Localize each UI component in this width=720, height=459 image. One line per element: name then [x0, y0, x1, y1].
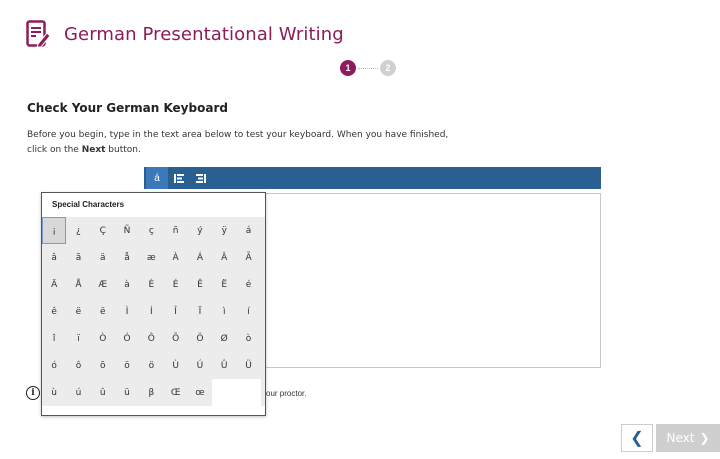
special-char-key[interactable]: Ó: [115, 325, 139, 352]
special-char-key[interactable]: Ì: [115, 298, 139, 325]
special-char-key[interactable]: é: [236, 271, 260, 298]
special-char-key[interactable]: ó: [42, 352, 66, 379]
pencil-document-icon: [26, 20, 50, 48]
chevron-left-icon: ❮: [630, 430, 644, 447]
special-char-key[interactable]: ã: [66, 244, 90, 271]
special-char-key[interactable]: ¿: [66, 217, 90, 244]
special-char-key[interactable]: ò: [236, 325, 260, 352]
special-char-key[interactable]: È: [139, 271, 163, 298]
special-characters-button[interactable]: á: [146, 167, 168, 189]
special-char-key[interactable]: î: [42, 325, 66, 352]
special-char-key[interactable]: ö: [139, 352, 163, 379]
special-char-key[interactable]: â: [42, 244, 66, 271]
special-char-key[interactable]: ú: [66, 379, 90, 406]
special-characters-popup: Special Characters ¡ ¿ Ç Ñç ñ ý ÿ á â ã ä å æ À Á Â Ã Ä Å Æ…: [41, 192, 266, 416]
special-char-key[interactable]: Œ: [163, 379, 187, 406]
special-characters-icon: á: [154, 172, 160, 184]
special-char-key[interactable]: ë: [66, 298, 90, 325]
previous-button[interactable]: ❮: [621, 424, 653, 452]
special-char-key[interactable]: õ: [91, 352, 115, 379]
align-right-button[interactable]: [190, 167, 212, 189]
special-char-key[interactable]: å: [115, 244, 139, 271]
page-title: German Presentational Writing: [64, 23, 344, 45]
special-char-key[interactable]: Ñ: [115, 217, 139, 244]
grid-empty-cell: [236, 379, 261, 406]
align-right-icon: [196, 173, 206, 183]
special-char-key[interactable]: Ë: [212, 271, 236, 298]
special-char-key[interactable]: Ê: [188, 271, 212, 298]
special-char-key[interactable]: Ú: [188, 352, 212, 379]
special-char-key[interactable]: û: [91, 379, 115, 406]
progress-stepper: 1 2: [340, 60, 396, 76]
special-char-key[interactable]: ñ: [163, 217, 187, 244]
instructions: Before you begin, type in the text area …: [27, 128, 467, 158]
special-char-key[interactable]: Æ: [91, 271, 115, 298]
special-char-key[interactable]: ¡: [42, 217, 67, 244]
special-char-key[interactable]: á: [236, 217, 260, 244]
section-title: Check Your German Keyboard: [27, 101, 228, 115]
special-char-key[interactable]: Û: [212, 352, 236, 379]
special-char-key[interactable]: ä: [91, 244, 115, 271]
special-char-key[interactable]: Ç: [91, 217, 115, 244]
special-char-key[interactable]: ì: [212, 298, 236, 325]
special-char-key[interactable]: Å: [66, 271, 90, 298]
special-char-key[interactable]: ë: [91, 298, 115, 325]
special-characters-title: Special Characters: [52, 200, 125, 209]
next-button[interactable]: Next ❯: [656, 424, 720, 452]
info-text: our proctor.: [266, 389, 307, 398]
special-char-key[interactable]: β: [139, 379, 163, 406]
special-char-key[interactable]: à: [115, 271, 139, 298]
special-char-key[interactable]: æ: [139, 244, 163, 271]
step-1: 1: [340, 60, 356, 76]
align-left-icon: [174, 173, 184, 183]
instructions-next-emphasis: Next: [81, 145, 106, 155]
special-characters-grid: ¡ ¿ Ç Ñç ñ ý ÿ á â ã ä å æ À Á Â Ã Ä Å Æà È É Ê Ëé ê ë ë Ì Í Î Ïì í î ï Ò Ó…: [42, 217, 265, 406]
special-char-key[interactable]: Õ: [163, 325, 187, 352]
special-char-key[interactable]: Ô: [139, 325, 163, 352]
special-char-key[interactable]: ÿ: [212, 217, 236, 244]
special-char-key[interactable]: í: [236, 298, 260, 325]
special-char-key[interactable]: Ä: [42, 271, 66, 298]
grid-empty-cell: [212, 379, 237, 406]
special-char-key[interactable]: Ù: [163, 352, 187, 379]
special-char-key[interactable]: Ò: [91, 325, 115, 352]
next-label: Next: [666, 431, 695, 445]
special-char-key[interactable]: ö: [115, 352, 139, 379]
special-char-key[interactable]: À: [163, 244, 187, 271]
special-char-key[interactable]: Ã: [236, 244, 260, 271]
align-left-button[interactable]: [168, 167, 190, 189]
special-char-key[interactable]: Ø: [212, 325, 236, 352]
special-char-key[interactable]: Â: [212, 244, 236, 271]
special-char-key[interactable]: ê: [42, 298, 66, 325]
special-char-key[interactable]: ü: [115, 379, 139, 406]
special-char-key[interactable]: Í: [139, 298, 163, 325]
special-char-key[interactable]: Á: [188, 244, 212, 271]
special-char-key[interactable]: ç: [139, 217, 163, 244]
special-char-key[interactable]: ù: [42, 379, 66, 406]
editor-toolbar: á: [144, 167, 601, 189]
chevron-right-icon: ❯: [699, 431, 710, 445]
step-connector: [358, 67, 378, 69]
special-char-key[interactable]: É: [163, 271, 187, 298]
instructions-text-2: button.: [105, 145, 141, 155]
special-char-key[interactable]: ý: [188, 217, 212, 244]
special-char-key[interactable]: Ï: [188, 298, 212, 325]
info-icon: i: [26, 386, 40, 400]
special-char-key[interactable]: Î: [163, 298, 187, 325]
special-char-key[interactable]: ï: [66, 325, 90, 352]
page-header: German Presentational Writing: [26, 20, 344, 48]
special-char-key[interactable]: Ö: [188, 325, 212, 352]
special-char-key[interactable]: Ü: [236, 352, 260, 379]
special-char-key[interactable]: œ: [188, 379, 212, 406]
special-char-key[interactable]: ô: [66, 352, 90, 379]
info-row: i our proctor.: [26, 386, 306, 400]
step-2: 2: [380, 60, 396, 76]
